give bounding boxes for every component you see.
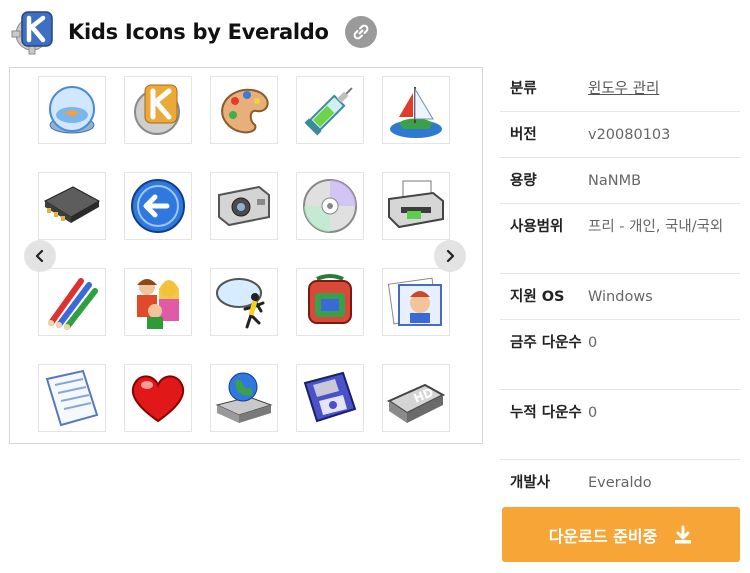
info-row-size: 용량 NaNMB bbox=[500, 158, 740, 204]
download-button[interactable]: 다운로드 준비중 bbox=[502, 507, 740, 562]
memory-chip-icon[interactable] bbox=[38, 172, 106, 240]
download-icon bbox=[675, 525, 692, 543]
heart-icon[interactable] bbox=[124, 364, 192, 432]
info-key: 금주 다운수 bbox=[510, 335, 582, 351]
hard-drive-icon[interactable]: HD bbox=[382, 364, 450, 432]
header: Kids Icons by Everaldo bbox=[10, 8, 377, 56]
printer-icon[interactable] bbox=[382, 172, 450, 240]
cd-disc-icon[interactable] bbox=[296, 172, 364, 240]
info-key: 분류 bbox=[510, 81, 537, 97]
kde-gear-logo-icon bbox=[11, 11, 53, 55]
info-row-license: 사용범위 프리 - 개인, 국내/국외 bbox=[500, 204, 740, 274]
info-value: 프리 - 개인, 국내/국외 bbox=[588, 219, 724, 235]
chevron-right-icon bbox=[446, 249, 455, 263]
info-row-weekly-downloads: 금주 다운수 0 bbox=[500, 320, 740, 390]
back-arrow-icon[interactable] bbox=[124, 172, 192, 240]
sailboat-icon[interactable] bbox=[382, 76, 450, 144]
info-key: 사용범위 bbox=[510, 219, 564, 235]
fishbowl-icon[interactable] bbox=[38, 76, 106, 144]
info-value: 0 bbox=[588, 335, 598, 351]
info-table: 분류 윈도우 관리 버전 v20080103 용량 NaNMB 사용범위 프리 … bbox=[500, 67, 740, 506]
info-row-os: 지원 OS Windows bbox=[500, 274, 740, 320]
photo-frame-icon[interactable] bbox=[382, 268, 450, 336]
colored-pencils-icon[interactable] bbox=[38, 268, 106, 336]
network-drive-icon[interactable] bbox=[210, 364, 278, 432]
info-key: 버전 bbox=[510, 127, 537, 143]
info-value: Windows bbox=[588, 289, 653, 305]
link-icon bbox=[353, 24, 369, 40]
icon-grid: HD bbox=[38, 76, 450, 432]
info-value: v20080103 bbox=[588, 127, 671, 143]
family-users-icon[interactable] bbox=[124, 268, 192, 336]
info-key: 누적 다운수 bbox=[510, 405, 582, 421]
syringe-icon[interactable] bbox=[296, 76, 364, 144]
chevron-left-icon bbox=[35, 249, 44, 263]
info-key: 지원 OS bbox=[510, 289, 565, 305]
info-row-total-downloads: 누적 다운수 0 bbox=[500, 390, 740, 460]
text-document-icon[interactable] bbox=[38, 364, 106, 432]
gallery-prev-button[interactable] bbox=[24, 240, 56, 272]
info-row-developer: 개발사 Everaldo bbox=[500, 460, 740, 506]
aim-chat-icon[interactable] bbox=[210, 268, 278, 336]
kde-gear-icon[interactable] bbox=[124, 76, 192, 144]
paint-palette-icon[interactable] bbox=[210, 76, 278, 144]
floppy-disk-icon[interactable] bbox=[296, 364, 364, 432]
gallery-next-button[interactable] bbox=[434, 240, 466, 272]
download-label: 다운로드 준비중 bbox=[548, 526, 658, 546]
category-link[interactable]: 윈도우 관리 bbox=[588, 78, 740, 111]
info-row-version: 버전 v20080103 bbox=[500, 112, 740, 158]
info-value: Everaldo bbox=[588, 475, 652, 491]
school-backpack-icon[interactable] bbox=[296, 268, 364, 336]
info-key: 개발사 bbox=[510, 475, 551, 491]
page-title: Kids Icons by Everaldo bbox=[68, 20, 329, 44]
icon-gallery: HD bbox=[9, 67, 483, 444]
info-value: NaNMB bbox=[588, 173, 642, 189]
copy-link-button[interactable] bbox=[344, 16, 377, 48]
info-value: 0 bbox=[588, 405, 598, 421]
info-key: 용량 bbox=[510, 173, 537, 189]
camera-icon[interactable] bbox=[210, 172, 278, 240]
info-row-category: 분류 윈도우 관리 bbox=[500, 67, 740, 112]
